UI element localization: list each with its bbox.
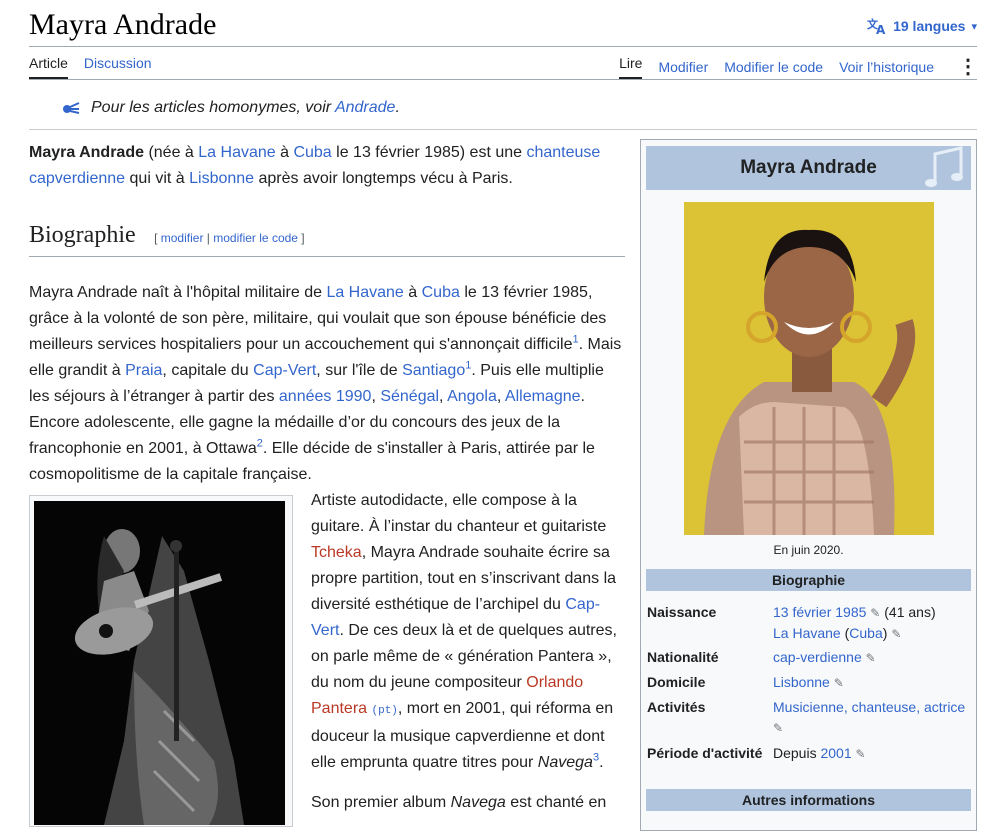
pencil-icon[interactable]: ✎ (834, 676, 844, 690)
link-birth-country[interactable]: Cuba (849, 625, 882, 641)
language-count: 19 langues (893, 18, 966, 34)
row-label: Activités (647, 699, 706, 715)
biography-paragraph: Mayra Andrade naît à l'hôpital militaire… (29, 284, 622, 483)
ottawa-text: Ottawa (206, 440, 257, 457)
tab-history[interactable]: Voir l’historique (839, 59, 934, 75)
album-title-2: Navega (450, 794, 506, 811)
pencil-icon[interactable]: ✎ (870, 606, 880, 620)
tab-edit-source[interactable]: Modifier le code (724, 59, 823, 75)
row-value: 13 février 1985 ✎ (41 ans) La Havane (Cu… (773, 604, 936, 641)
tab-article[interactable]: Article (29, 55, 68, 79)
link-annees-1990[interactable]: années 1990 (279, 388, 372, 405)
row-label: Période d'activité (647, 745, 763, 761)
section-title: Biographie (29, 222, 136, 248)
pencil-icon[interactable]: ✎ (773, 721, 783, 735)
infobox-portrait[interactable] (684, 202, 934, 535)
link-lisbonne[interactable]: Lisbonne (189, 170, 254, 187)
infobox-title: Mayra Andrade (740, 157, 877, 178)
infobox-caption: En juin 2020. (773, 543, 844, 557)
link-nationality[interactable]: cap-verdienne (773, 649, 862, 665)
row-label: Nationalité (647, 649, 719, 665)
hatnote-text: Pour les articles homonymes, voir (91, 99, 335, 116)
music-note-icon (925, 146, 963, 187)
language-button[interactable]: 文 A 19 langues ▾ (867, 17, 977, 35)
link-cap-vert[interactable]: Cap-Vert (253, 362, 316, 379)
artistic-paragraph: Artiste autodidacte, elle compose à la g… (311, 492, 617, 811)
guitar-photo[interactable] (34, 501, 285, 825)
link-la-havane[interactable]: La Havane (198, 144, 275, 161)
lead-paragraph: Mayra Andrade (née à La Havane à Cuba le… (29, 144, 601, 187)
pencil-icon[interactable]: ✎ (866, 651, 876, 665)
link-allemagne[interactable]: Allemagne (505, 388, 581, 405)
link-birth-date[interactable]: 13 février 1985 (773, 604, 866, 620)
pencil-icon[interactable]: ✎ (891, 627, 901, 641)
kebab-menu-icon[interactable]: ⋮ (958, 57, 978, 77)
section-edit-source-link[interactable]: modifier le code (213, 231, 298, 245)
infobox-title-bar: Mayra Andrade (646, 146, 971, 190)
link-praia[interactable]: Praia (125, 362, 162, 379)
infobox: Mayra Andrade En juin 2020. Biographie N… (640, 139, 977, 831)
infobox-section-biographie: Biographie (646, 569, 971, 591)
link-tcheka[interactable]: Tcheka (311, 544, 362, 561)
section-heading-biographie: Biographie [ modifier | modifier le code… (29, 222, 625, 257)
chevron-down-icon: ▾ (971, 20, 977, 33)
section-edit-link[interactable]: modifier (161, 231, 204, 245)
row-label: Naissance (647, 604, 717, 620)
disambiguation-icon (63, 102, 80, 114)
link-activities[interactable]: Musicienne, chanteuse, actrice (773, 699, 965, 715)
link-cuba[interactable]: Cuba (293, 144, 331, 161)
page-title: Mayra Andrade (29, 8, 217, 41)
link-period-year[interactable]: 2001 (820, 745, 851, 761)
album-title: Navega (537, 754, 593, 771)
row-label: Domicile (647, 674, 706, 690)
svg-text:A: A (876, 23, 886, 35)
section-edit-links: [ modifier | modifier le code ] (154, 231, 305, 245)
link-angola[interactable]: Angola (447, 388, 497, 405)
page-tabs: Article Discussion Lire Modifier Modifie… (29, 47, 978, 79)
guitar-photo-thumbnail[interactable] (29, 495, 293, 827)
lead-name: Mayra Andrade (29, 144, 144, 161)
link-cuba[interactable]: Cuba (422, 284, 460, 301)
link-senegal[interactable]: Sénégal (380, 388, 439, 405)
hatnote-link[interactable]: Andrade (335, 99, 396, 116)
content-divider (29, 129, 977, 130)
pencil-icon[interactable]: ✎ (856, 747, 866, 761)
link-santiago[interactable]: Santiago (402, 362, 465, 379)
link-pt-interlanguage[interactable]: (pt) (372, 705, 398, 717)
link-domicile[interactable]: Lisbonne (773, 674, 830, 690)
tab-edit[interactable]: Modifier (658, 59, 708, 75)
tab-discussion[interactable]: Discussion (84, 55, 152, 79)
tabs-divider (29, 79, 977, 80)
hatnote: Pour les articles homonymes, voir Andrad… (61, 99, 400, 117)
infobox-section-autres: Autres informations (646, 789, 971, 811)
link-birth-place[interactable]: La Havane (773, 625, 841, 641)
translate-icon: 文 A (867, 17, 886, 35)
tab-read[interactable]: Lire (619, 55, 643, 79)
link-la-havane[interactable]: La Havane (326, 284, 403, 301)
